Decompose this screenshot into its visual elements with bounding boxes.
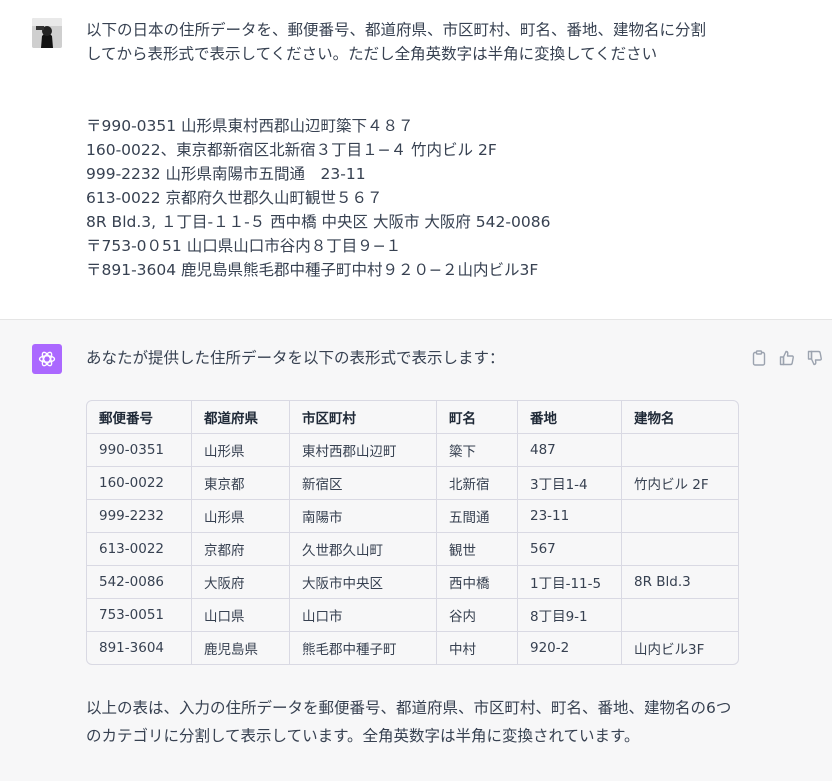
table-cell: 8R Bld.3 [621,565,738,599]
table-cell: 五間通 [436,499,518,533]
clipboard-icon[interactable] [748,347,770,369]
table-cell: 山形県 [191,433,290,467]
table-cell: 谷内 [436,598,518,632]
address-line: 613-0022 京都府久世郡久山町観世５６７ [86,189,383,207]
table-cell: 新宿区 [289,466,437,500]
openai-logo-icon [32,344,62,374]
table-cell: 山形県 [191,499,290,533]
table-cell [621,532,738,566]
table-cell: 東京都 [191,466,290,500]
table-cell [621,598,738,632]
table-cell: 鹿児島県 [191,631,290,664]
thumbs-down-icon[interactable] [804,347,826,369]
address-line: 〒753-0０51 山口県山口市谷内８丁目９−１ [86,237,402,255]
address-line: 〒891-3604 鹿児島県熊毛郡中種子町中村９２０−２山内ビル3F [86,261,539,279]
table-cell: 487 [517,433,622,467]
table-cell: 簗下 [436,433,518,467]
table-cell: 1丁目-11-5 [517,565,622,599]
user-line: してから表形式で表示してください。ただし全角英数字は半角に変換してください [86,45,658,63]
table-cell: 542-0086 [87,565,192,599]
table-cell: 東村西郡山辺町 [289,433,437,467]
table-cell: 大阪府 [191,565,290,599]
table-row: 613-0022 京都府 久世郡久山町 観世 567 [87,532,738,566]
assistant-message: あなたが提供した住所データを以下の表形式で表示します： 郵便番号 都道府県 市区… [0,320,832,781]
table-cell: 北新宿 [436,466,518,500]
table-header-row: 郵便番号 都道府県 市区町村 町名 番地 建物名 [87,401,738,434]
table-cell: 竹内ビル 2F [621,466,738,500]
header-prefecture: 都道府県 [191,401,290,434]
message-actions [748,347,826,369]
thumbs-up-icon[interactable] [776,347,798,369]
table-cell [621,433,738,467]
table-cell: 613-0022 [87,532,192,566]
table-cell: 南陽市 [289,499,437,533]
table-cell: 567 [517,532,622,566]
table-cell: 8丁目9-1 [517,598,622,632]
table-row: 753-0051 山口県 山口市 谷内 8丁目9-1 [87,598,738,632]
header-municipality: 市区町村 [289,401,437,434]
table-cell: 920-2 [517,631,622,664]
table-cell: 熊毛郡中種子町 [289,631,437,664]
table-row: 160-0022 東京都 新宿区 北新宿 3丁目1-4 竹内ビル 2F [87,466,738,500]
table-cell: 京都府 [191,532,290,566]
table-cell: 大阪市中央区 [289,565,437,599]
header-block: 番地 [517,401,622,434]
table-cell: 990-0351 [87,433,192,467]
user-message-text: 以下の日本の住所データを、郵便番号、都道府県、市区町村、町名、番地、建物名に分割… [86,18,746,282]
table-cell: 999-2232 [87,499,192,533]
user-message: 以下の日本の住所データを、郵便番号、都道府県、市区町村、町名、番地、建物名に分割… [0,0,832,320]
assistant-outro: 以上の表は、入力の住所データを郵便番号、都道府県、市区町村、町名、番地、建物名の… [86,699,732,745]
table-cell: 753-0051 [87,598,192,632]
table-cell: 891-3604 [87,631,192,664]
table-cell: 観世 [436,532,518,566]
header-town: 町名 [436,401,518,434]
table-cell: 山内ビル3F [634,642,705,658]
table-row: 891-3604 鹿児島県 熊毛郡中種子町 中村 920-2 山内ビル3F [87,631,738,664]
table-cell: 中村 [436,631,518,664]
user-avatar [32,18,62,48]
table-cell: 23-11 [517,499,622,533]
table-cell: 久世郡久山町 [289,532,437,566]
user-line: 以下の日本の住所データを、郵便番号、都道府県、市区町村、町名、番地、建物名に分割 [86,21,707,39]
table-row: 542-0086 大阪府 大阪市中央区 西中橋 1丁目-11-5 8R Bld.… [87,565,738,599]
table-row: 999-2232 山形県 南陽市 五間通 23-11 [87,499,738,533]
user-avatar-image [32,18,62,48]
table-cell: 山口市 [289,598,437,632]
table-cell: 3丁目1-4 [517,466,622,500]
address-line: 160-0022、東京都新宿区北新宿３丁目１−４ 竹内ビル 2F [86,141,497,159]
address-line: 〒990-0351 山形県東村西郡山辺町簗下４８７ [86,117,414,135]
address-line: 999-2232 山形県南陽市五間通 23-11 [86,165,366,183]
table-cell: 山口県 [191,598,290,632]
table-cell [621,499,738,533]
assistant-intro: あなたが提供した住所データを以下の表形式で表示します： [86,349,505,367]
address-line: 8R Bld.3, １丁目-１１-５ 西中橋 中央区 大阪市 大阪府 542-0… [86,213,551,231]
table-cell: 160-0022 [87,466,192,500]
address-table: 郵便番号 都道府県 市区町村 町名 番地 建物名 990-0351 山形県 東村… [86,400,739,665]
header-postal-code: 郵便番号 [87,401,192,434]
header-building: 建物名 [621,401,738,434]
table-row: 990-0351 山形県 東村西郡山辺町 簗下 487 [87,433,738,467]
table-cell: 西中橋 [436,565,518,599]
